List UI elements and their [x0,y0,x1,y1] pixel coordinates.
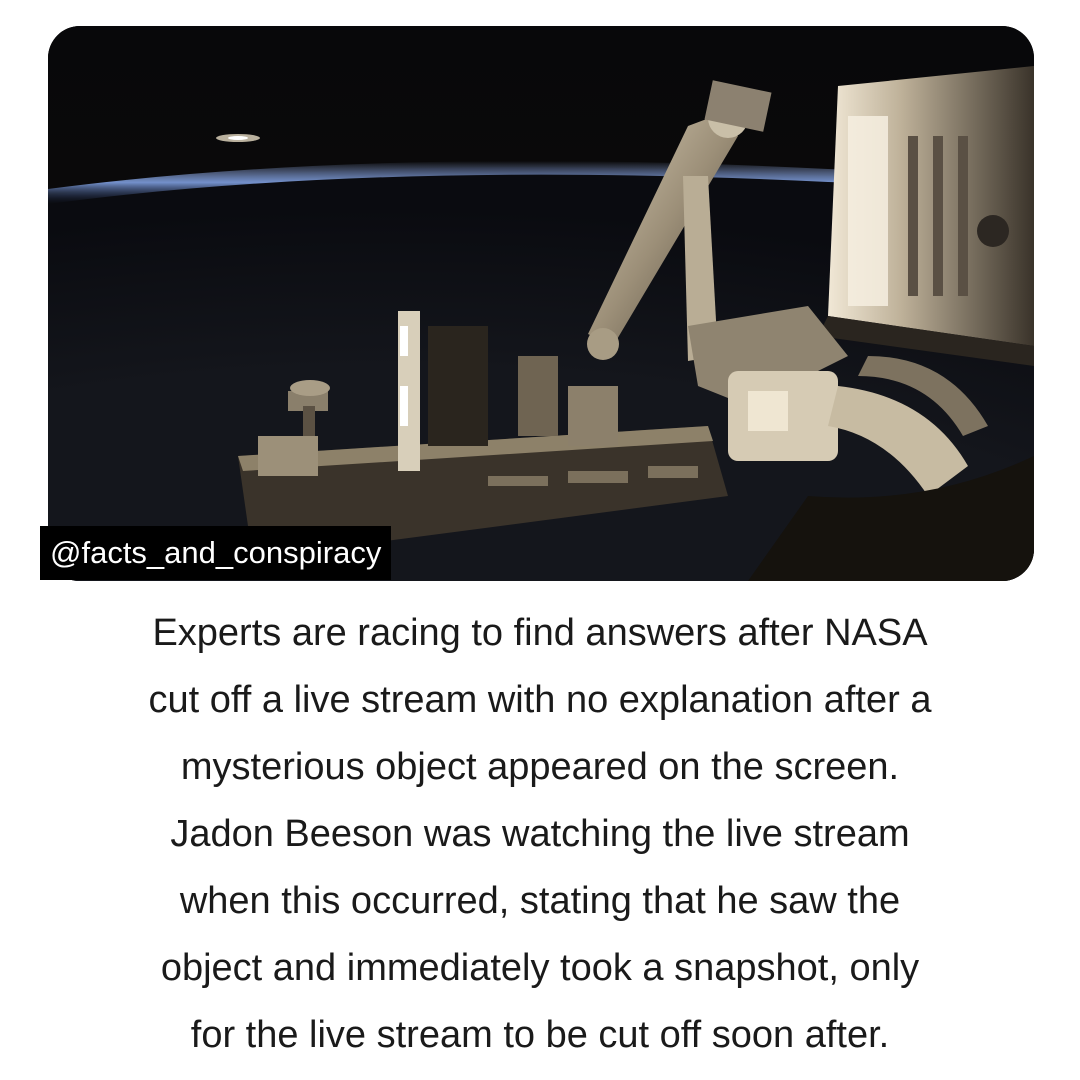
caption-line: for the live stream to be cut off soon a… [190,1014,890,1056]
post-caption: Experts are racing to find answers after… [40,600,1040,1069]
caption-line: Jadon Beeson was watching the live strea… [170,813,910,855]
post-photo [48,26,1034,581]
caption-line: cut off a live stream with no explanatio… [148,679,932,721]
social-post: @facts_and_conspiracy Experts are racing… [0,0,1080,1080]
caption-line: object and immediately took a snapshot, … [160,947,920,989]
account-watermark: @facts_and_conspiracy [40,526,392,580]
station-module [818,66,1034,366]
caption-line: mysterious object appeared on the screen… [180,746,900,788]
caption-line: when this occurred, stating that he saw … [179,880,901,922]
bright-streak-icon [216,134,260,142]
caption-line: Experts are racing to find answers after… [152,612,928,654]
space-station-illustration [48,26,1034,581]
